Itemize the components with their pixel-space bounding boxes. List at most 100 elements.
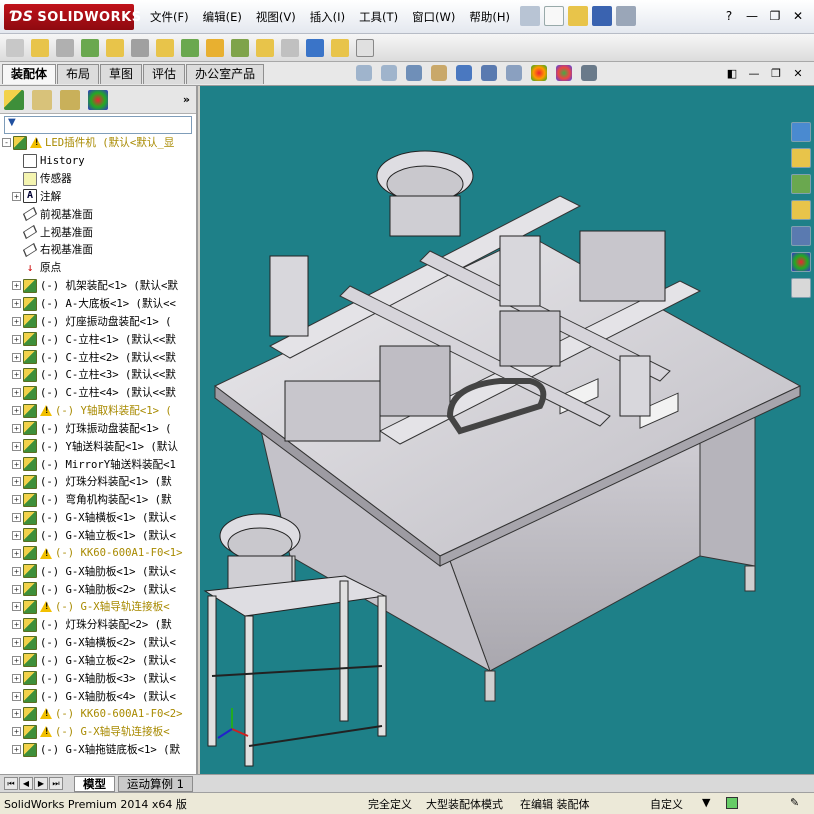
solidworks-logo[interactable]: ƊS SOLIDWORKS — [4, 4, 141, 30]
restore-button[interactable]: ❐ — [765, 7, 785, 25]
view-orientation-icon[interactable] — [456, 65, 472, 81]
tab-layout[interactable]: 布局 — [57, 64, 100, 84]
expand-icon[interactable]: + — [12, 620, 21, 630]
tree-item[interactable]: 上视基准面 — [0, 223, 188, 241]
tree-item[interactable]: + (-) Y轴送料装配<1> (默认 — [0, 437, 188, 455]
tree-item[interactable]: + (-) C-立柱<3> (默认<<默 — [0, 366, 188, 384]
menu-help[interactable]: 帮助(H) — [469, 9, 510, 25]
hide-show-icon[interactable] — [506, 65, 522, 81]
configuration-manager-icon[interactable] — [60, 89, 80, 110]
new-document-icon[interactable] — [544, 6, 564, 26]
tree-item[interactable]: + (-) G-X轴拖链底板<1> (默 — [0, 741, 188, 759]
tree-item[interactable]: + (-) G-X轴导轨连接板< — [0, 723, 188, 741]
tree-item[interactable]: + (-) 弯角机构装配<1> (默 — [0, 491, 188, 509]
feature-tree-icon[interactable] — [4, 89, 24, 110]
design-library-icon[interactable] — [791, 174, 811, 194]
pin-icon[interactable] — [520, 6, 540, 26]
tree-item[interactable]: + (-) G-X轴肋板<4> (默认< — [0, 687, 188, 705]
file-explorer-icon[interactable] — [791, 200, 811, 220]
expand-icon[interactable]: + — [12, 495, 21, 505]
expand-icon[interactable]: + — [12, 299, 21, 309]
first-tab-icon[interactable]: ⏮ — [4, 777, 18, 790]
units-dropdown-icon[interactable]: ▼ — [702, 796, 710, 809]
tree-item[interactable]: + (-) G-X轴导轨连接板< — [0, 598, 188, 616]
tree-filter[interactable]: ▼ — [4, 116, 192, 134]
tree-item[interactable]: + (-) G-X轴肋板<1> (默认< — [0, 562, 188, 580]
tab-model[interactable]: 模型 — [74, 776, 115, 792]
tree-item[interactable]: + (-) 机架装配<1> (默认<默 — [0, 277, 188, 295]
tree-item[interactable]: + (-) A-大底板<1> (默认<< — [0, 295, 188, 313]
prev-tab-icon[interactable]: ◀ — [19, 777, 33, 790]
viewport-minimize-icon[interactable]: — — [746, 66, 762, 82]
expand-icon[interactable]: + — [12, 441, 21, 451]
menu-insert[interactable]: 插入(I) — [310, 9, 345, 25]
expand-icon[interactable]: + — [12, 709, 21, 719]
expand-icon[interactable]: + — [12, 316, 21, 326]
paperclip-icon[interactable] — [56, 38, 74, 57]
expand-icon[interactable]: + — [12, 334, 21, 344]
expand-icon[interactable]: + — [12, 477, 21, 487]
expand-icon[interactable]: + — [12, 691, 21, 701]
tree-item[interactable]: + (-) 灯珠振动盘装配<1> ( — [0, 420, 188, 438]
view-settings-icon[interactable] — [581, 65, 597, 81]
menu-tools[interactable]: 工具(T) — [359, 9, 398, 25]
component-icon[interactable] — [6, 38, 24, 57]
tab-office-products[interactable]: 办公室产品 — [186, 64, 265, 84]
tree-item[interactable]: + (-) KK60-600A1-F0<2> — [0, 705, 188, 723]
tree-item[interactable]: + (-) G-X轴立板<1> (默认< — [0, 527, 188, 545]
section-view-icon[interactable] — [431, 65, 447, 81]
expand-icon[interactable]: + — [12, 530, 21, 540]
last-tab-icon[interactable]: ⏭ — [49, 777, 63, 790]
tree-item[interactable]: ↓ 原点 — [0, 259, 188, 277]
property-manager-icon[interactable] — [32, 89, 52, 110]
pattern-icon[interactable] — [181, 38, 199, 57]
zoom-fit-icon[interactable] — [356, 65, 372, 81]
tree-item[interactable]: 前视基准面 — [0, 205, 188, 223]
expand-icon[interactable]: + — [12, 602, 21, 612]
expand-icon[interactable]: + — [12, 352, 21, 362]
tree-item[interactable]: + (-) MirrorY轴送料装配<1 — [0, 455, 188, 473]
collapse-icon[interactable]: - — [2, 138, 11, 148]
tree-item[interactable]: + (-) KK60-600A1-F0<1> — [0, 544, 188, 562]
assembly-feature-icon[interactable] — [231, 38, 249, 57]
expand-icon[interactable]: + — [12, 745, 21, 755]
zoom-area-icon[interactable] — [381, 65, 397, 81]
expand-icon[interactable]: + — [12, 548, 21, 558]
tree-item[interactable]: + (-) G-X轴肋板<2> (默认< — [0, 580, 188, 598]
expand-icon[interactable]: + — [12, 727, 21, 737]
tree-root-item[interactable]: - LED插件机 (默认<默认_显 — [0, 134, 188, 152]
tree-item[interactable]: + A 注解 — [0, 188, 188, 206]
graphics-area[interactable] — [200, 86, 814, 774]
sheet-icon[interactable] — [356, 38, 374, 57]
tree-item[interactable]: + (-) G-X轴横板<2> (默认< — [0, 634, 188, 652]
expand-icon[interactable]: + — [12, 566, 21, 576]
expand-icon[interactable]: + — [12, 584, 21, 594]
tree-item[interactable]: + (-) G-X轴立板<2> (默认< — [0, 651, 188, 669]
mass-properties-icon[interactable] — [331, 38, 349, 57]
expand-icon[interactable]: + — [12, 191, 21, 201]
status-help-icon[interactable] — [726, 797, 738, 809]
tree-item[interactable]: + (-) G-X轴横板<1> (默认< — [0, 509, 188, 527]
reference-geometry-icon[interactable] — [256, 38, 274, 57]
smart-fastener-icon[interactable] — [156, 38, 174, 57]
expand-icon[interactable]: + — [12, 655, 21, 665]
previous-view-icon[interactable] — [406, 65, 422, 81]
measure-icon[interactable] — [306, 38, 324, 57]
viewport-restore-icon[interactable]: ❐ — [768, 66, 784, 82]
expand-icon[interactable]: + — [12, 423, 21, 433]
tree-item[interactable]: 右视基准面 — [0, 241, 188, 259]
tree-item[interactable]: 传感器 — [0, 170, 188, 188]
panel-more-icon[interactable]: » — [183, 93, 190, 106]
rotate-icon[interactable] — [131, 38, 149, 57]
display-style-icon[interactable] — [481, 65, 497, 81]
tree-item[interactable]: + (-) Y轴取料装配<1> ( — [0, 402, 188, 420]
close-button[interactable]: ✕ — [788, 7, 808, 25]
status-units[interactable]: 自定义 — [650, 796, 683, 812]
home-icon[interactable] — [791, 148, 811, 168]
open-folder-icon[interactable] — [568, 6, 588, 26]
expand-icon[interactable]: + — [12, 673, 21, 683]
expand-icon[interactable]: + — [12, 370, 21, 380]
scene-icon[interactable] — [556, 65, 572, 81]
explode-icon[interactable] — [206, 38, 224, 57]
view-palette-icon[interactable] — [791, 226, 811, 246]
